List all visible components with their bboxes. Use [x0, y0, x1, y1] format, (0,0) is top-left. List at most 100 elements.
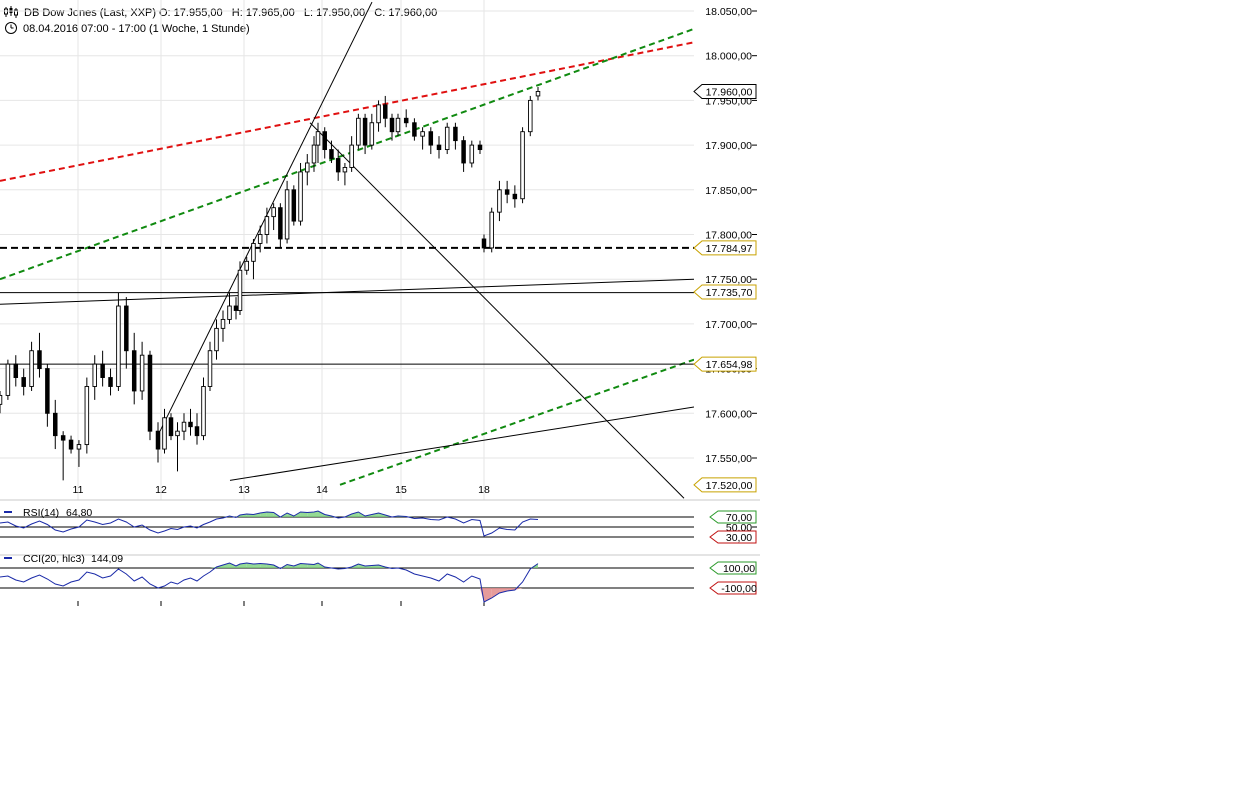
- candle-body: [315, 131, 321, 146]
- candle-body: [155, 430, 161, 450]
- candle-body: [291, 189, 297, 222]
- time-tick-label: 13: [238, 484, 250, 496]
- candle-body: [257, 234, 263, 244]
- candle-body: [362, 117, 368, 146]
- candle-body: [504, 189, 510, 195]
- price-tick-label: 17.850,00: [705, 185, 752, 197]
- candle-body: [220, 318, 226, 329]
- candle-body: [284, 189, 290, 240]
- candle-body: [84, 386, 90, 446]
- price-flag-label: 17.520,00: [706, 480, 753, 492]
- candle-body: [0, 394, 3, 405]
- candle-body: [395, 117, 401, 133]
- candle-body: [311, 144, 317, 164]
- price-axis: 18.050,0018.000,0017.950,0017.900,0017.8…: [705, 6, 757, 465]
- candle-body: [131, 350, 137, 392]
- chart-header: DB Dow Jones (Last, XXP) O: 17.955,00 H:…: [4, 6, 437, 35]
- candle-body: [188, 421, 193, 428]
- instrument-name: DB Dow Jones (Last, XXP): [24, 7, 156, 19]
- candle-body: [481, 238, 487, 249]
- indicator-level-label: 30,00: [726, 532, 752, 544]
- time-tick-label: 14: [316, 484, 328, 496]
- candle-body: [489, 211, 494, 249]
- candle-body: [520, 131, 525, 200]
- candle-body: [342, 166, 348, 173]
- candle-body: [469, 144, 475, 164]
- candle-body: [5, 363, 11, 396]
- candlestick-chart-icon: [4, 6, 18, 18]
- candle-body: [45, 368, 50, 414]
- price-tick-label: 17.550,00: [705, 453, 752, 465]
- indicator-name: CCI(20, hlc3): [23, 553, 85, 565]
- candle-body: [369, 122, 375, 146]
- candle-body: [100, 363, 105, 378]
- candle-body: [116, 305, 121, 387]
- dow-jones-chart[interactable]: DB Dow Jones (Last, XXP) O: 17.955,00 H:…: [0, 0, 760, 610]
- green-channel-upper: [0, 27, 694, 281]
- price-tick-label: 17.600,00: [705, 408, 752, 420]
- candles: [0, 86, 541, 481]
- sloped-line-2: [229, 406, 694, 481]
- time-tick-label: 15: [395, 484, 407, 496]
- candle-body: [237, 269, 243, 311]
- candle-body: [124, 305, 129, 352]
- candle-body: [168, 417, 174, 437]
- candle-body: [305, 162, 310, 173]
- oversold-fill: [491, 588, 500, 598]
- candle-body: [349, 144, 354, 168]
- candle-body: [428, 131, 434, 146]
- candle-body: [389, 117, 395, 133]
- green-channel-lower: [339, 358, 694, 486]
- candle-body: [278, 207, 283, 240]
- candle-body: [147, 354, 153, 432]
- candle-body: [298, 171, 303, 222]
- price-flag-label: 17.735,70: [706, 287, 753, 299]
- candle-body: [512, 193, 518, 200]
- candle-body: [497, 189, 502, 213]
- candle-body: [207, 350, 213, 387]
- clock-icon: [5, 22, 17, 34]
- sloped-line-1: [0, 278, 694, 305]
- candle-body: [251, 242, 256, 262]
- candle-body: [264, 216, 270, 235]
- candle-body: [214, 327, 219, 352]
- price-tick-label: 17.700,00: [705, 319, 752, 331]
- time-tick-label: 11: [73, 484, 84, 496]
- candle-body: [436, 144, 442, 151]
- candle-body: [92, 363, 97, 387]
- indicator-line: [0, 562, 539, 603]
- time-tick-label: 12: [155, 484, 167, 496]
- candle-body: [175, 430, 180, 437]
- indicator-level-label: -100,00: [721, 583, 757, 595]
- price-tick-label: 17.800,00: [705, 230, 752, 242]
- chart-area[interactable]: DB Dow Jones (Last, XXP) O: 17.955,00 H:…: [0, 0, 760, 610]
- candle-body: [535, 91, 541, 97]
- time-range: 08.04.2016 07:00 - 17:00 (1 Woche, 1 Stu…: [23, 23, 250, 35]
- candle-body: [244, 260, 249, 271]
- candle-body: [21, 377, 26, 387]
- candle-body: [53, 412, 58, 437]
- candle-body: [383, 104, 388, 119]
- indicator-value: 64,80: [66, 507, 92, 519]
- trendlines: [0, 1, 694, 499]
- candle-body: [329, 149, 334, 159]
- candle-body: [162, 417, 167, 450]
- candle-body: [194, 426, 200, 437]
- rsi-panel: 70,0050,0030,00RSI(14) 64,80: [0, 507, 757, 544]
- price-tick-label: 18.050,00: [705, 6, 752, 18]
- cci-panel: 100,00 -100,00 CCI(20, hlc3) 144,09: [0, 553, 757, 603]
- price-flag-label: 17.654,98: [706, 359, 753, 371]
- candle-body: [181, 421, 187, 432]
- price-tick-label: 18.000,00: [705, 51, 752, 63]
- indicator-level-label: 100,00: [723, 563, 755, 575]
- candle-body: [335, 158, 341, 173]
- ohlc-values: O: 17.955,00 H: 17.965,00 L: 17.950,00 C…: [159, 7, 437, 19]
- price-flag-label: 17.960,00: [706, 86, 753, 98]
- candle-body: [461, 140, 466, 164]
- grid: [0, 0, 694, 500]
- candle-body: [201, 386, 206, 437]
- candle-body: [139, 354, 145, 392]
- candle-body: [227, 305, 232, 320]
- candle-body: [420, 131, 425, 137]
- candle-body: [444, 126, 450, 151]
